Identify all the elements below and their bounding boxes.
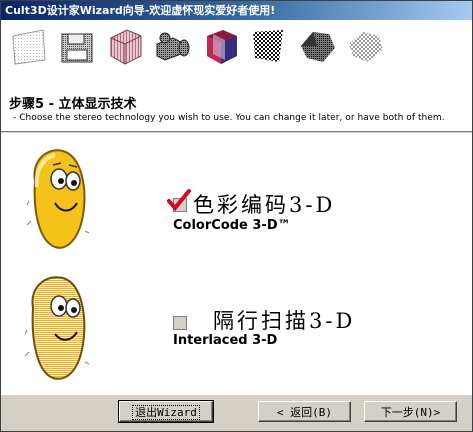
step-description: - Choose the stereo technology you wish … <box>13 113 445 123</box>
grid-sphere-icon <box>349 32 383 62</box>
step-title: 步骤5 - 立体显示技术 <box>9 97 137 112</box>
shaded-gem-icon <box>301 32 335 62</box>
next-button[interactable]: 下一步(N)> <box>364 401 457 422</box>
interlaced-title-zh: 隔行扫描3-D <box>213 309 356 333</box>
colorcode-title-en: ColorCode 3-D™ <box>173 218 291 233</box>
header-panel: 步骤5 - 立体显示技术 - Choose the stereo technol… <box>1 20 472 131</box>
wire-cube-icon <box>110 29 142 65</box>
exit-wizard-label: 退出Wizard <box>132 405 200 420</box>
footer-buttons: 退出Wizard < 返回(B) 下一步(N)> <box>1 394 472 431</box>
stereo-cube-icon <box>207 30 237 64</box>
interlaced-smiley-image <box>24 276 90 380</box>
floppy-disk-icon <box>61 33 93 63</box>
back-button[interactable]: < 返回(B) <box>258 401 351 422</box>
checkmark-icon <box>167 189 191 211</box>
colorcode-smiley-image <box>26 149 90 249</box>
exit-wizard-button[interactable]: 退出Wizard <box>118 400 214 423</box>
colorcode-title-zh: 色彩编码3-D <box>193 193 336 217</box>
checker-plane-icon <box>253 30 283 62</box>
interlaced-checkbox[interactable] <box>173 316 187 330</box>
title-bar[interactable]: Cult3D设计家Wizard向导-欢迎虚怀现实爱好者使用! <box>1 1 472 20</box>
wizard-window: Cult3D设计家Wizard向导-欢迎虚怀现实爱好者使用! 步骤5 - 立体显… <box>0 0 473 432</box>
options-panel: 色彩编码3-D ColorCode 3-D™ 隔行扫描3-D Interlace… <box>1 133 472 394</box>
window-title: Cult3D设计家Wizard向导-欢迎虚怀现实爱好者使用! <box>5 4 276 17</box>
interlaced-title-en: Interlaced 3-D <box>173 333 278 348</box>
camera-icon <box>156 32 190 61</box>
paper-texture-icon <box>12 29 46 65</box>
